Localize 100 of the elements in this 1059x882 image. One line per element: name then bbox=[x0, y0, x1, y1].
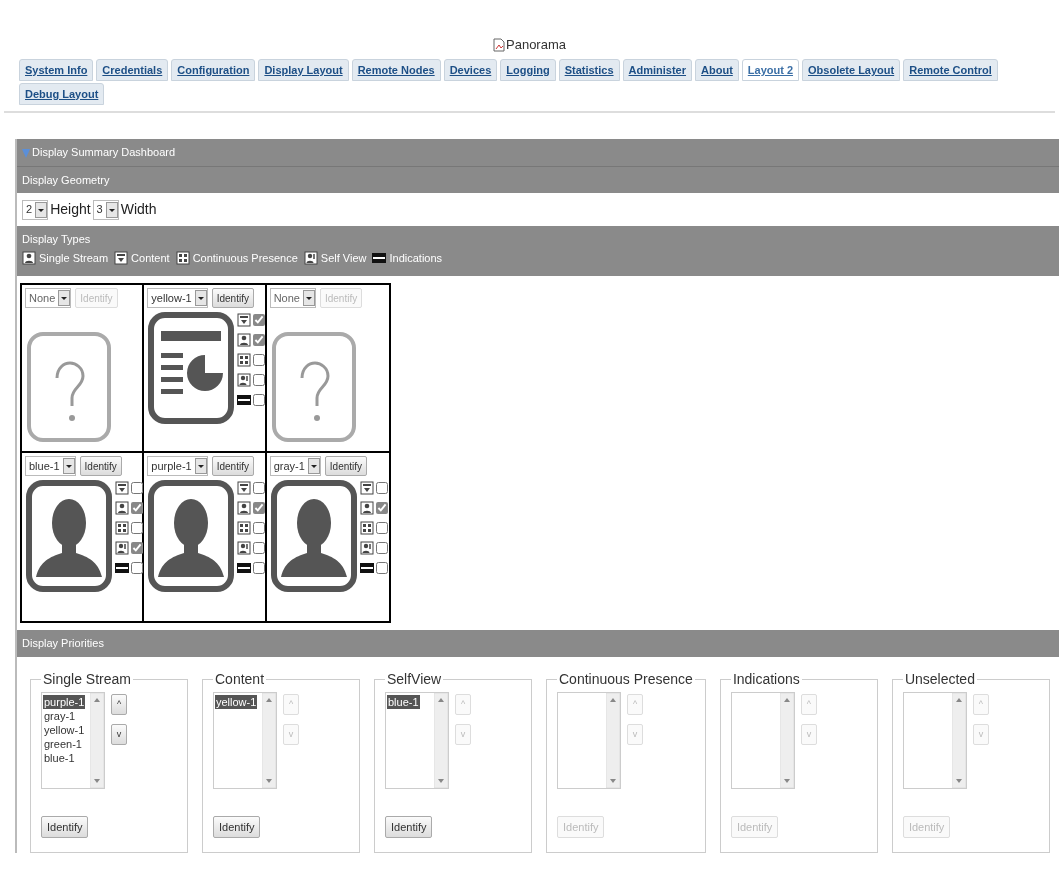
tab[interactable]: Devices bbox=[443, 59, 498, 81]
tab[interactable]: Statistics bbox=[558, 59, 620, 81]
section-title: Display Geometry bbox=[22, 172, 110, 188]
device-select[interactable]: gray-1 bbox=[269, 456, 321, 476]
identify-button[interactable]: Identify bbox=[385, 816, 433, 838]
list-item[interactable]: green-1 bbox=[43, 737, 90, 751]
checkbox[interactable] bbox=[253, 562, 266, 574]
person-icon bbox=[115, 501, 129, 515]
section-title: Display Summary Dashboard bbox=[32, 145, 176, 161]
scrollbar[interactable] bbox=[951, 693, 966, 788]
self-view-icon bbox=[359, 541, 374, 555]
tab[interactable]: Remote Nodes bbox=[351, 59, 441, 81]
identify-button[interactable]: Identify bbox=[41, 816, 89, 838]
scrollbar[interactable] bbox=[779, 693, 794, 788]
checkbox[interactable] bbox=[131, 522, 143, 534]
tab[interactable]: Administer bbox=[622, 59, 693, 81]
identify-button[interactable]: Identify bbox=[324, 456, 368, 476]
group-title: Single Stream bbox=[42, 670, 132, 689]
person-silhouette-icon bbox=[147, 479, 236, 593]
checkbox[interactable] bbox=[253, 482, 266, 494]
checkbox[interactable] bbox=[131, 562, 143, 574]
bar-icon bbox=[115, 561, 129, 575]
checkbox[interactable] bbox=[253, 314, 266, 326]
checkbox[interactable] bbox=[375, 562, 388, 574]
bar-icon bbox=[237, 393, 252, 407]
identify-button[interactable]: Identify bbox=[211, 288, 254, 308]
width-select[interactable]: 3 bbox=[92, 199, 119, 220]
self-view-icon bbox=[237, 373, 252, 387]
grid-icon bbox=[237, 521, 252, 535]
bar-icon bbox=[237, 561, 252, 575]
slide-icon bbox=[359, 481, 374, 495]
checkbox[interactable] bbox=[131, 542, 143, 554]
presentation-icon bbox=[147, 311, 236, 425]
list-box[interactable]: yellow-1 bbox=[213, 692, 277, 789]
scrollbar[interactable] bbox=[434, 693, 448, 788]
person-silhouette-icon bbox=[269, 479, 358, 593]
grid-icon bbox=[115, 521, 129, 535]
checkbox[interactable] bbox=[253, 334, 266, 346]
question-mark-icon bbox=[269, 330, 358, 444]
checkbox[interactable] bbox=[131, 502, 143, 514]
list-item[interactable]: blue-1 bbox=[43, 751, 90, 765]
checkbox[interactable] bbox=[375, 482, 388, 494]
group-title: Indications bbox=[731, 670, 801, 689]
list-item[interactable]: purple-1 bbox=[43, 695, 86, 709]
height-select[interactable]: 2 bbox=[22, 199, 49, 220]
device-select[interactable]: blue-1 bbox=[25, 456, 76, 476]
slide-icon bbox=[115, 481, 129, 495]
tab[interactable]: Debug Layout bbox=[19, 83, 105, 105]
checkbox[interactable] bbox=[253, 374, 266, 386]
bar-icon bbox=[359, 561, 374, 575]
list-item[interactable]: yellow-1 bbox=[43, 723, 90, 737]
checkbox[interactable] bbox=[253, 542, 266, 554]
scrollbar[interactable] bbox=[606, 693, 620, 788]
self-view-icon bbox=[303, 250, 318, 265]
list-box[interactable]: blue-1 bbox=[385, 692, 449, 789]
slide-icon bbox=[237, 481, 252, 495]
legend-label: Self View bbox=[320, 250, 367, 266]
person-icon bbox=[237, 333, 252, 347]
tab[interactable]: About bbox=[695, 59, 739, 81]
identify-button[interactable]: Identify bbox=[211, 456, 254, 476]
section-title: Display Priorities bbox=[22, 636, 104, 652]
checkbox[interactable] bbox=[253, 522, 266, 534]
slide-icon bbox=[114, 250, 129, 265]
section-title: Display Types bbox=[22, 232, 91, 247]
identify-button[interactable]: Identify bbox=[213, 816, 261, 838]
page-title: Panorama bbox=[506, 36, 566, 55]
device-select[interactable]: purple-1 bbox=[147, 456, 208, 476]
checkbox[interactable] bbox=[253, 502, 266, 514]
tab[interactable]: Credentials bbox=[96, 59, 169, 81]
checkbox[interactable] bbox=[253, 394, 266, 406]
list-item[interactable]: yellow-1 bbox=[215, 695, 258, 709]
grid-icon bbox=[175, 250, 190, 265]
field-label: Width bbox=[120, 200, 157, 219]
tab[interactable]: Logging bbox=[500, 59, 556, 81]
self-view-icon bbox=[237, 541, 252, 555]
field-label: Height bbox=[50, 200, 91, 219]
tab[interactable]: System Info bbox=[19, 59, 94, 81]
group-title: Unselected bbox=[903, 670, 976, 689]
checkbox[interactable] bbox=[131, 482, 143, 494]
group-title: Content bbox=[214, 670, 266, 689]
move-up-button[interactable]: ^ bbox=[111, 694, 127, 715]
tab[interactable]: Remote Control bbox=[903, 59, 998, 81]
checkbox[interactable] bbox=[375, 522, 388, 534]
tab[interactable]: Obsolete Layout bbox=[802, 59, 901, 81]
scrollbar[interactable] bbox=[262, 693, 276, 788]
broken-image-icon bbox=[493, 38, 505, 52]
legend-label: Single Stream bbox=[39, 250, 109, 266]
list-box[interactable]: purple-1 gray-1 yellow-1 green-1 blue-1 bbox=[41, 692, 105, 789]
tab[interactable]: Configuration bbox=[171, 59, 256, 81]
list-item[interactable]: gray-1 bbox=[43, 709, 90, 723]
tab[interactable]: Layout 2 bbox=[741, 59, 800, 81]
checkbox[interactable] bbox=[375, 542, 388, 554]
list-item[interactable]: blue-1 bbox=[387, 695, 420, 709]
checkbox[interactable] bbox=[253, 354, 266, 366]
identify-button[interactable]: Identify bbox=[79, 456, 122, 476]
device-select[interactable]: yellow-1 bbox=[147, 288, 208, 308]
move-down-button[interactable]: v bbox=[111, 724, 127, 745]
tab[interactable]: Display Layout bbox=[258, 59, 349, 81]
scrollbar[interactable] bbox=[90, 693, 104, 788]
checkbox[interactable] bbox=[375, 502, 388, 514]
